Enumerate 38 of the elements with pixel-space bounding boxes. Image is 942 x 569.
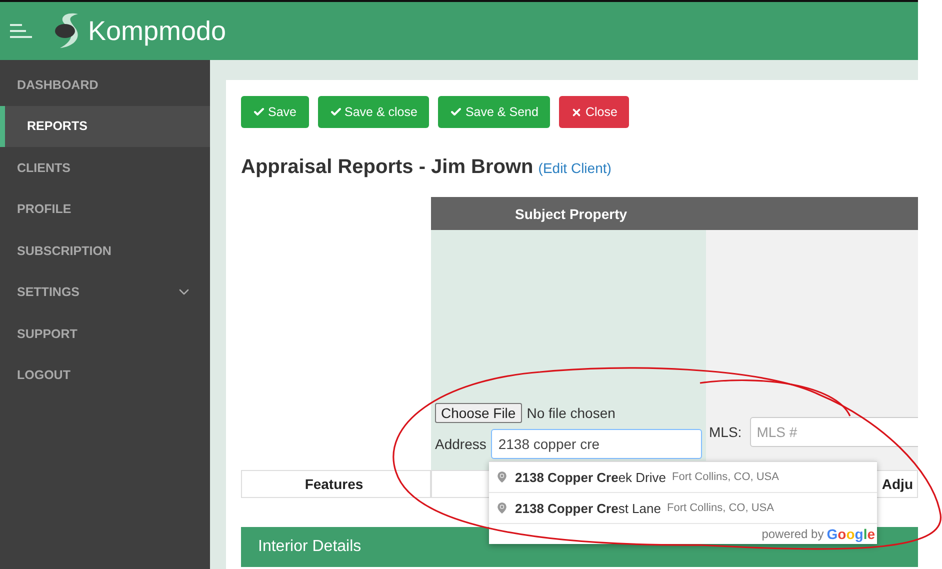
sidebar-item[interactable]: SETTINGS — [0, 272, 210, 313]
mls-label: MLS: — [709, 424, 742, 440]
suggestion-text: 2138 Copper Crest Lane — [515, 500, 661, 516]
address-field[interactable]: 2138 copper cre — [491, 429, 702, 459]
suggestion-text: 2138 Copper Creek Drive — [515, 470, 666, 484]
address-label: Address — [435, 436, 486, 452]
suggestion-location: Fort Collins, CO, USA — [672, 471, 779, 483]
sidebar-item[interactable]: LOGOUT — [0, 354, 210, 396]
toolbar-button[interactable]: Save & Send — [438, 96, 550, 128]
page-title: Appraisal Reports - Jim Brown — [241, 156, 534, 178]
toolbar-button[interactable]: Close — [559, 96, 630, 128]
toolbar-button[interactable]: Save — [241, 96, 308, 128]
pin-icon — [495, 501, 509, 515]
suggestion-item[interactable]: 2138 Copper Crest Lane Fort Collins, CO, USA — [489, 493, 877, 524]
check-icon — [450, 106, 462, 118]
choose-file-button[interactable]: Choose File — [435, 403, 522, 423]
file-status: No file chosen — [526, 405, 616, 421]
google-logo: Google — [826, 526, 875, 542]
suggestion-item[interactable]: 2138 Copper Creek Drive Fort Collins, CO, USA — [489, 462, 877, 493]
check-icon — [330, 106, 342, 118]
check-icon — [253, 106, 265, 118]
sidebar-item[interactable]: PROFILE — [0, 188, 210, 230]
edit-client-link[interactable]: (Edit Client) — [538, 160, 612, 176]
attribution-text: powered by — [762, 527, 824, 541]
mls-field[interactable]: MLS # — [750, 417, 918, 447]
menu-icon[interactable] — [10, 23, 32, 39]
pin-icon — [495, 470, 509, 484]
brand-name: Kompmodo — [88, 16, 226, 46]
sidebar-item[interactable]: REPORTS — [0, 106, 210, 147]
sidebar-item[interactable]: SUPPORT — [0, 313, 210, 354]
column-header: Subject Property — [431, 197, 706, 230]
sidebar-item[interactable]: CLIENTS — [0, 147, 210, 188]
toolbar-button[interactable]: Save & close — [318, 96, 430, 128]
sidebar-item[interactable]: SUBSCRIPTION — [0, 230, 210, 272]
sidebar-item[interactable]: DASHBOARD — [0, 64, 210, 106]
close-icon — [571, 106, 582, 118]
table-cell: Features — [241, 470, 431, 498]
suggestion-location: Fort Collins, CO, USA — [666, 502, 774, 514]
